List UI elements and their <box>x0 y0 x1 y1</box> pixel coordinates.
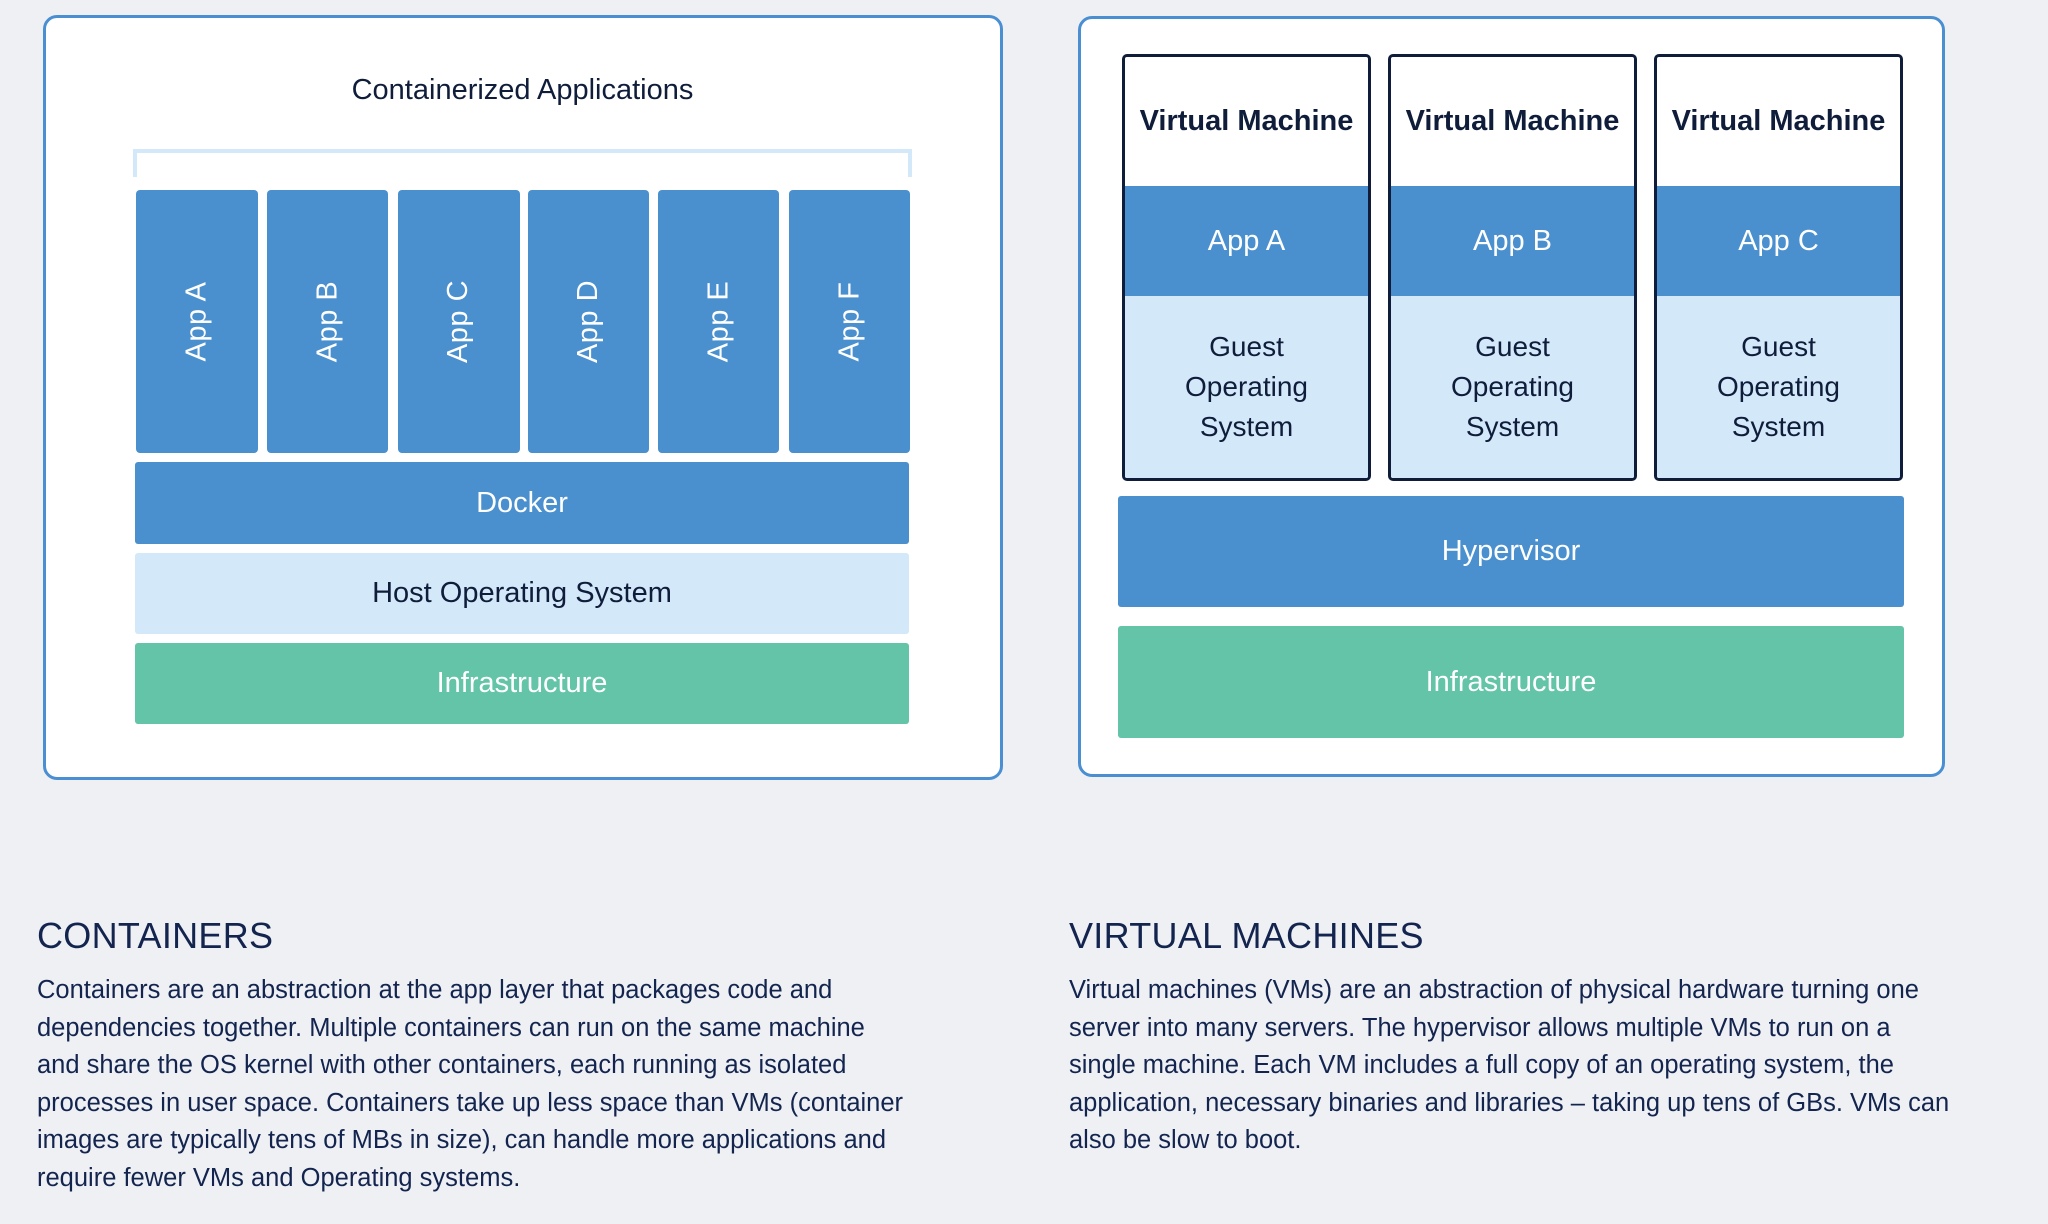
guest-os: Guest Operating System <box>1391 296 1634 478</box>
containers-heading: CONTAINERS <box>37 915 274 956</box>
description-line: images are typically tens of MBs in size… <box>37 1126 887 1154</box>
description-line: require fewer VMs and Operating systems. <box>37 1163 521 1192</box>
description-line: processes in user space. Containers take… <box>37 1088 904 1117</box>
guest-os-line: Operating <box>1451 371 1574 402</box>
vm-header: Virtual Machine <box>1405 105 1620 137</box>
container-app-label: App E <box>702 280 734 363</box>
vm-header: Virtual Machine <box>1139 105 1354 137</box>
virtual-machine-a: Virtual Machine App A Guest Operating Sy… <box>1122 54 1371 481</box>
virtual-machine-c: Virtual Machine App C Guest Operating Sy… <box>1654 54 1903 481</box>
description-line: dependencies together. Multiple containe… <box>37 1013 865 1042</box>
description-line: Virtual machines (VMs) are an abstractio… <box>1069 976 1919 1004</box>
guest-os-line: Operating <box>1185 371 1308 402</box>
guest-os: Guest Operating System <box>1125 296 1368 478</box>
container-app-label: App B <box>311 280 343 363</box>
container-app-d: App D <box>528 190 649 453</box>
container-app-b: App B <box>267 190 388 453</box>
container-app-c: App C <box>398 190 520 453</box>
guest-os: Guest Operating System <box>1657 296 1900 478</box>
guest-os-line: System <box>1731 411 1826 442</box>
guest-os-line: Guest <box>1741 331 1816 362</box>
vm-header: Virtual Machine <box>1671 105 1886 137</box>
description-line: application, necessary binaries and libr… <box>1069 1088 1950 1117</box>
container-app-label: App A <box>180 281 213 362</box>
guest-os-line: Guest <box>1209 331 1284 362</box>
guest-os-line: Operating <box>1717 371 1840 402</box>
host-os-layer: Host Operating System <box>135 553 909 634</box>
apps-bracket <box>133 149 912 177</box>
container-app-label: App D <box>571 279 604 364</box>
virtual-machine-b: Virtual Machine App B Guest Operating Sy… <box>1388 54 1637 481</box>
docker-layer: Docker <box>135 462 909 544</box>
description-line: and share the OS kernel with other conta… <box>37 1051 847 1079</box>
description-line: single machine. Each VM includes a full … <box>1069 1051 1894 1079</box>
vm-app: App C <box>1657 186 1900 296</box>
virtual-machines-description: Virtual machines (VMs) are an abstractio… <box>1069 972 2044 1160</box>
guest-os-line: System <box>1465 411 1560 442</box>
container-app-label: App F <box>833 281 865 362</box>
description-line: server into many servers. The hypervisor… <box>1069 1013 1891 1042</box>
virtual-machines-heading: VIRTUAL MACHINES <box>1069 915 1424 956</box>
vm-app: App B <box>1391 186 1634 296</box>
hypervisor-layer: Hypervisor <box>1118 496 1904 607</box>
container-app-e: App E <box>658 190 779 453</box>
container-infrastructure-layer: Infrastructure <box>135 643 909 724</box>
guest-os-line: System <box>1199 411 1294 442</box>
guest-os-line: Guest <box>1475 331 1550 362</box>
description-line: also be slow to boot. <box>1069 1126 1302 1154</box>
container-app-a: App A <box>136 190 258 453</box>
containerized-applications-title: Containerized Applications <box>351 73 694 106</box>
container-app-label: App C <box>442 279 475 364</box>
vm-infrastructure-layer: Infrastructure <box>1118 626 1904 738</box>
description-line: Containers are an abstraction at the app… <box>37 976 833 1004</box>
vm-app: App A <box>1125 186 1368 296</box>
containers-description: Containers are an abstraction at the app… <box>37 972 1037 1197</box>
container-app-f: App F <box>789 190 910 453</box>
